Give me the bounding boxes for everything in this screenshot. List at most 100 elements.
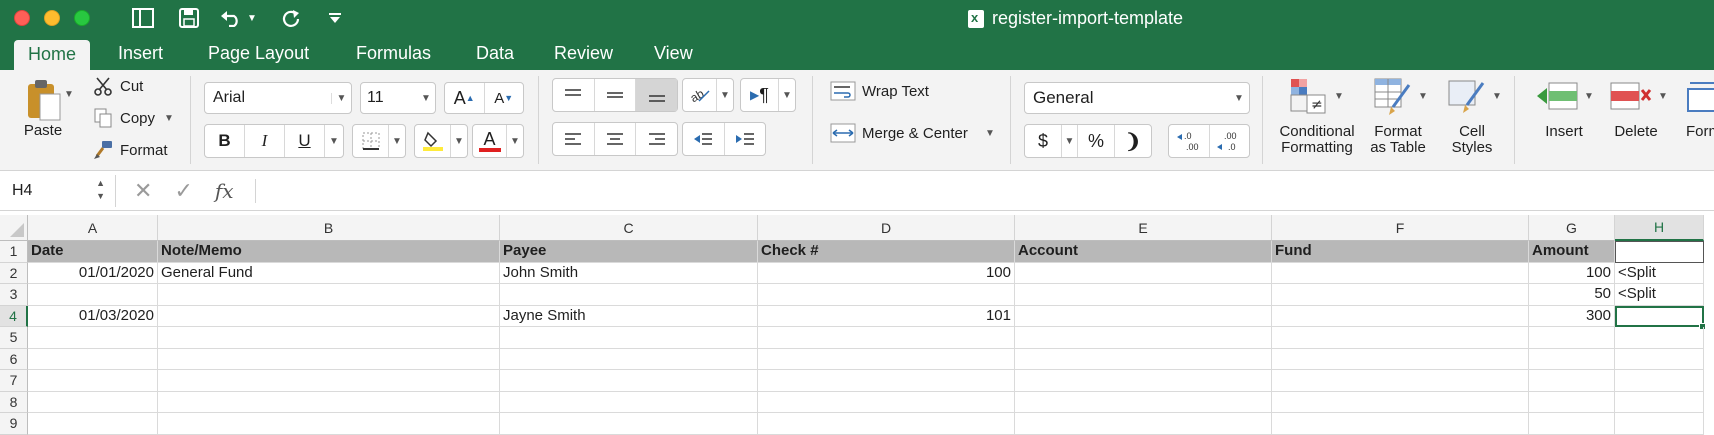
copy-icon[interactable] <box>92 108 114 128</box>
column-title-cell[interactable]: Fund <box>1272 241 1529 263</box>
table-cell[interactable] <box>758 413 1015 435</box>
table-cell[interactable] <box>28 327 158 349</box>
row-header-2[interactable]: 2 <box>0 262 28 284</box>
table-cell[interactable] <box>158 413 500 435</box>
table-cell[interactable]: General Fund <box>158 262 500 284</box>
borders-dropdown-icon[interactable]: ▼ <box>389 125 405 157</box>
table-cell[interactable] <box>158 305 500 327</box>
decrease-decimal-icon[interactable]: .00.0 <box>1210 125 1250 157</box>
table-cell[interactable] <box>158 348 500 370</box>
table-cell[interactable]: <Split <box>1615 262 1704 284</box>
table-cell[interactable] <box>1015 262 1272 284</box>
increase-font-size-icon[interactable]: A ▲ <box>445 83 485 113</box>
row-header-4[interactable]: 4 <box>0 305 28 327</box>
column-title-cell[interactable]: Account <box>1015 241 1272 263</box>
table-cell[interactable]: 100 <box>1529 262 1615 284</box>
row-header-9[interactable]: 9 <box>0 413 28 435</box>
column-header-b[interactable]: B <box>158 215 500 241</box>
table-cell[interactable] <box>500 327 758 349</box>
cell-styles-dropdown-icon[interactable]: ▼ <box>1492 90 1502 102</box>
column-header-e[interactable]: E <box>1015 215 1272 241</box>
table-cell[interactable] <box>758 370 1015 392</box>
orientation-dropdown-icon[interactable]: ▼ <box>717 79 733 111</box>
fill-color-dropdown-icon[interactable]: ▼ <box>451 125 467 157</box>
copy-dropdown-icon[interactable]: ▼ <box>164 112 174 124</box>
column-header-d[interactable]: D <box>758 215 1015 241</box>
name-box-stepper-icon[interactable]: ▲ ▼ <box>96 177 105 203</box>
currency-button[interactable]: $ <box>1025 125 1062 157</box>
cell-styles-label-2[interactable]: Styles <box>1442 138 1502 156</box>
format-as-table-dropdown-icon[interactable]: ▼ <box>1418 90 1428 102</box>
underline-dropdown-icon[interactable]: ▼ <box>325 125 343 157</box>
increase-indent-icon[interactable] <box>725 123 766 155</box>
table-cell[interactable] <box>1615 348 1704 370</box>
row-header-6[interactable]: 6 <box>0 348 28 370</box>
table-cell[interactable] <box>1272 348 1529 370</box>
paste-label[interactable]: Paste <box>18 120 68 140</box>
row-header-5[interactable]: 5 <box>0 327 28 349</box>
table-cell[interactable] <box>28 370 158 392</box>
number-format-select[interactable]: General ▼ <box>1024 82 1250 114</box>
comma-style-icon[interactable]: ❩ <box>1115 125 1151 157</box>
conditional-formatting-icon[interactable]: ≠ <box>1286 76 1332 118</box>
wrap-text-icon[interactable] <box>828 78 858 104</box>
formula-input[interactable] <box>262 175 1702 207</box>
tab-review[interactable]: Review <box>540 38 627 70</box>
select-all-button[interactable] <box>0 215 28 241</box>
italic-button[interactable]: I <box>245 125 285 157</box>
table-cell[interactable] <box>1272 262 1529 284</box>
currency-dropdown-icon[interactable]: ▼ <box>1062 125 1078 157</box>
paste-dropdown-icon[interactable]: ▼ <box>64 88 74 100</box>
copy-button[interactable]: Copy <box>120 108 160 128</box>
table-cell[interactable] <box>1272 284 1529 306</box>
table-cell[interactable] <box>1272 370 1529 392</box>
conditional-formatting-label-2[interactable]: Formatting <box>1270 138 1364 156</box>
table-cell[interactable] <box>158 391 500 413</box>
table-cell[interactable] <box>1529 348 1615 370</box>
insert-dropdown-icon[interactable]: ▼ <box>1584 90 1594 102</box>
table-cell[interactable] <box>1615 370 1704 392</box>
align-top-icon[interactable] <box>553 79 595 111</box>
table-cell[interactable] <box>1015 370 1272 392</box>
table-cell[interactable] <box>758 348 1015 370</box>
merge-center-dropdown-icon[interactable]: ▼ <box>984 126 996 140</box>
delete-dropdown-icon[interactable]: ▼ <box>1658 90 1668 102</box>
align-right-icon[interactable] <box>636 123 677 155</box>
table-cell[interactable] <box>1272 391 1529 413</box>
delete-cells-button[interactable]: Delete <box>1606 122 1666 140</box>
table-cell[interactable] <box>1272 413 1529 435</box>
tab-home[interactable]: Home <box>14 40 91 70</box>
increase-decimal-icon[interactable]: .0.00 <box>1169 125 1210 157</box>
text-orientation-icon[interactable]: ab <box>683 79 717 111</box>
table-cell[interactable] <box>28 413 158 435</box>
table-cell[interactable] <box>1529 413 1615 435</box>
font-color-dropdown-icon[interactable]: ▼ <box>507 125 523 157</box>
close-window-button[interactable] <box>14 10 30 26</box>
table-cell[interactable] <box>158 327 500 349</box>
column-header-h[interactable]: H <box>1615 215 1704 241</box>
tab-view[interactable]: View <box>640 38 707 70</box>
decrease-indent-icon[interactable] <box>683 123 725 155</box>
confirm-entry-icon[interactable]: ✓ <box>174 178 192 204</box>
table-cell[interactable] <box>1615 391 1704 413</box>
row-header-1[interactable]: 1 <box>0 241 28 263</box>
undo-icon[interactable] <box>218 6 244 30</box>
fill-color-icon[interactable] <box>415 125 451 157</box>
conditional-formatting-dropdown-icon[interactable]: ▼ <box>1334 90 1344 102</box>
column-header-g[interactable]: G <box>1529 215 1615 241</box>
table-cell[interactable] <box>758 327 1015 349</box>
tab-page-layout[interactable]: Page Layout <box>194 38 323 70</box>
table-cell[interactable]: 01/01/2020 <box>28 262 158 284</box>
undo-dropdown-icon[interactable]: ▼ <box>246 6 258 30</box>
format-painter-button[interactable]: Format <box>120 140 180 160</box>
decrease-font-size-icon[interactable]: A ▼ <box>485 83 524 113</box>
font-color-icon[interactable]: A <box>473 125 507 157</box>
table-cell[interactable]: 300 <box>1529 305 1615 327</box>
redo-icon[interactable] <box>278 6 304 30</box>
insert-cells-button[interactable]: Insert <box>1534 122 1594 140</box>
tab-formulas[interactable]: Formulas <box>342 38 445 70</box>
format-painter-icon[interactable] <box>92 140 114 160</box>
column-header-c[interactable]: C <box>500 215 758 241</box>
table-cell[interactable] <box>158 284 500 306</box>
cut-icon[interactable] <box>92 76 114 96</box>
